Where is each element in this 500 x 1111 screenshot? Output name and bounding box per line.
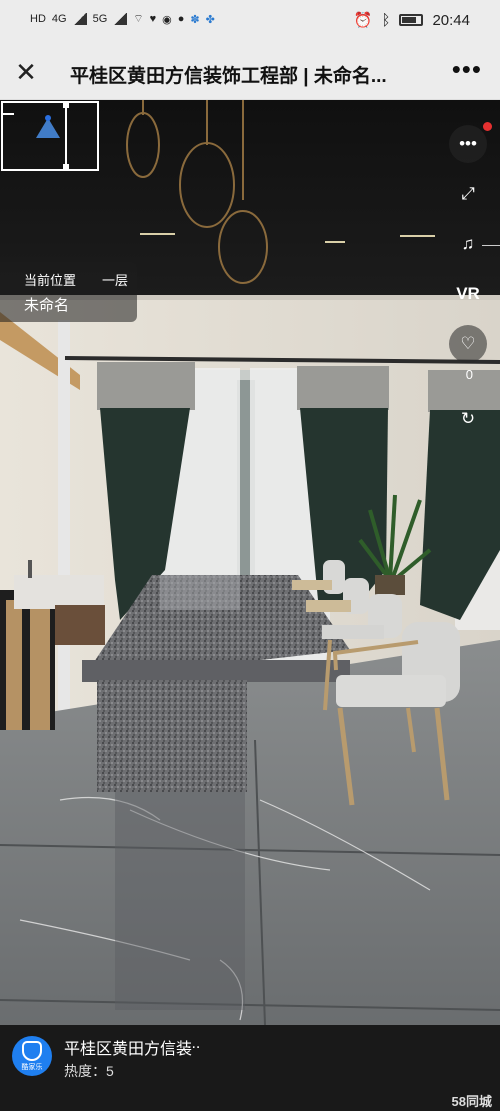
kujiale-avatar[interactable]: 酷家乐 xyxy=(12,1036,52,1076)
heart-outline-icon: ♡ xyxy=(460,334,476,353)
brand-watermark: 58同城 xyxy=(451,1094,492,1109)
room-name: 未命名 xyxy=(24,297,70,314)
network-right: 5G xyxy=(92,13,108,25)
paw-icon: ✽ xyxy=(190,13,200,26)
status-time: 20:44 xyxy=(432,11,470,29)
floor-selector[interactable]: 一层 xyxy=(102,270,128,289)
like-count: 0 xyxy=(465,367,473,382)
signal-icon-2 xyxy=(113,13,128,25)
heart-icon: ♥ xyxy=(149,13,157,25)
status-bar: HD 4G 5G ⌔ ♥ ◉ ● ✽ ✤ ⏰ ᛒ 20:44 xyxy=(0,0,500,46)
wifi-icon: ⌔ xyxy=(133,13,144,25)
expand-icon: ⤢ xyxy=(461,184,475,203)
scene-more-label: ••• xyxy=(459,134,477,153)
shield-icon xyxy=(22,1040,42,1061)
like-button[interactable]: ♡ xyxy=(449,325,487,363)
alarm-icon: ⏰ xyxy=(353,12,373,29)
music-icon: ♫ xyxy=(461,234,475,253)
page-title: 平桂区黄田方信装饰工程部 | 未命名... xyxy=(70,66,387,87)
status-right: ⏰ ᛒ 20:44 xyxy=(353,11,470,30)
app-icon: ◉ xyxy=(162,13,172,26)
scene-more-button[interactable]: ••• xyxy=(449,125,487,163)
footer-bar[interactable]: 酷家乐 平桂区黄田方信装 ... 热度：5 58同城 xyxy=(0,1025,500,1111)
music-button[interactable]: ♫ xyxy=(449,225,487,263)
panorama-view[interactable]: 当前位置 一层 未命名 ••• ⤢ ♫ VR ♡ 0 ↻ xyxy=(0,100,500,1025)
hd-icon: HD xyxy=(30,13,46,25)
title-bar: ✕ 平桂区黄田方信装饰工程部 | 未命名... ••• xyxy=(0,46,500,100)
notification-dot xyxy=(483,122,492,131)
avatar-text: 酷家乐 xyxy=(21,1063,43,1071)
location-panel: 当前位置 一层 未命名 xyxy=(0,262,137,322)
heat-value: 热度：5 xyxy=(64,1063,114,1079)
fullscreen-button[interactable]: ⤢ xyxy=(449,175,487,213)
room-scene-image xyxy=(0,100,500,1025)
vr-label: VR xyxy=(456,284,480,303)
more-options-button[interactable]: ••• xyxy=(452,54,482,85)
share-button[interactable]: ↻ xyxy=(449,400,487,438)
network-left: 4G xyxy=(51,13,67,25)
taobao-icon: ✤ xyxy=(205,13,215,26)
floorplan-minimap[interactable] xyxy=(0,100,100,172)
location-label: 当前位置 xyxy=(24,273,77,288)
signal-icon xyxy=(72,13,87,25)
shop-name-ellipsis: ... xyxy=(187,1035,201,1052)
share-icon: ↻ xyxy=(460,409,476,428)
chat-icon: ● xyxy=(177,13,185,25)
vr-button[interactable]: VR xyxy=(449,275,487,313)
battery-icon xyxy=(399,14,424,26)
music-indicator xyxy=(482,245,500,246)
bluetooth-icon: ᛒ xyxy=(381,11,391,29)
close-icon[interactable]: ✕ xyxy=(12,58,40,86)
status-left: HD 4G 5G ⌔ ♥ ◉ ● ✽ ✤ xyxy=(30,12,215,26)
